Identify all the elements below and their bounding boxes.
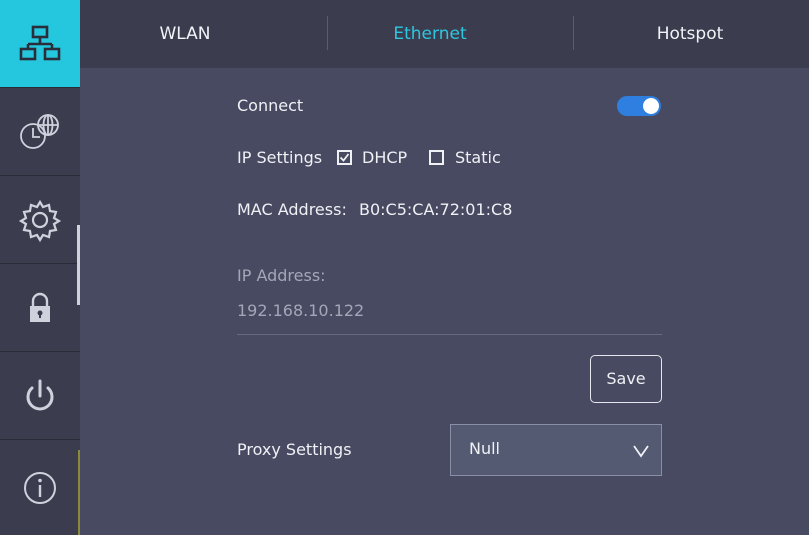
gear-icon [18, 198, 62, 242]
mac-address-label: MAC Address: [237, 200, 347, 219]
sidebar [0, 0, 80, 535]
sidebar-item-info[interactable] [0, 440, 80, 535]
sidebar-item-security[interactable] [0, 264, 80, 352]
network-icon [18, 22, 62, 66]
time-globe-icon [15, 110, 65, 154]
dhcp-label[interactable]: DHCP [362, 148, 407, 167]
proxy-settings-label: Proxy Settings [237, 440, 352, 459]
connect-toggle[interactable] [617, 96, 661, 116]
static-checkbox[interactable] [429, 150, 444, 165]
static-label[interactable]: Static [455, 148, 501, 167]
power-icon [18, 374, 62, 418]
tab-ethernet[interactable]: Ethernet [365, 0, 495, 68]
check-icon [339, 153, 350, 162]
sidebar-item-power[interactable] [0, 352, 80, 440]
ip-address-underline [237, 334, 662, 335]
save-button[interactable]: Save [590, 355, 662, 403]
toggle-knob [643, 98, 659, 114]
sidebar-item-time-region[interactable] [0, 88, 80, 176]
sidebar-scrollbar[interactable] [77, 225, 80, 305]
ip-address-field[interactable]: 192.168.10.122 [237, 301, 364, 320]
info-icon [18, 466, 62, 510]
tab-bar: WLAN Ethernet Hotspot [80, 0, 809, 68]
tab-separator [573, 16, 574, 50]
ip-settings-label: IP Settings [237, 148, 323, 167]
chevron-down-icon [633, 443, 649, 462]
sidebar-item-settings[interactable] [0, 176, 80, 264]
lock-icon [18, 286, 62, 330]
connect-label: Connect [237, 96, 304, 115]
proxy-selected-value: Null [469, 439, 500, 458]
sidebar-accent-line [78, 450, 80, 535]
tab-hotspot[interactable]: Hotspot [625, 0, 755, 68]
ip-address-label: IP Address: [237, 266, 326, 285]
sidebar-item-network[interactable] [0, 0, 80, 88]
tab-separator [327, 16, 328, 50]
tab-wlan[interactable]: WLAN [120, 0, 250, 68]
proxy-settings-select[interactable]: Null [450, 424, 662, 476]
mac-address-value: B0:C5:CA:72:01:C8 [359, 200, 513, 219]
dhcp-checkbox[interactable] [337, 150, 352, 165]
